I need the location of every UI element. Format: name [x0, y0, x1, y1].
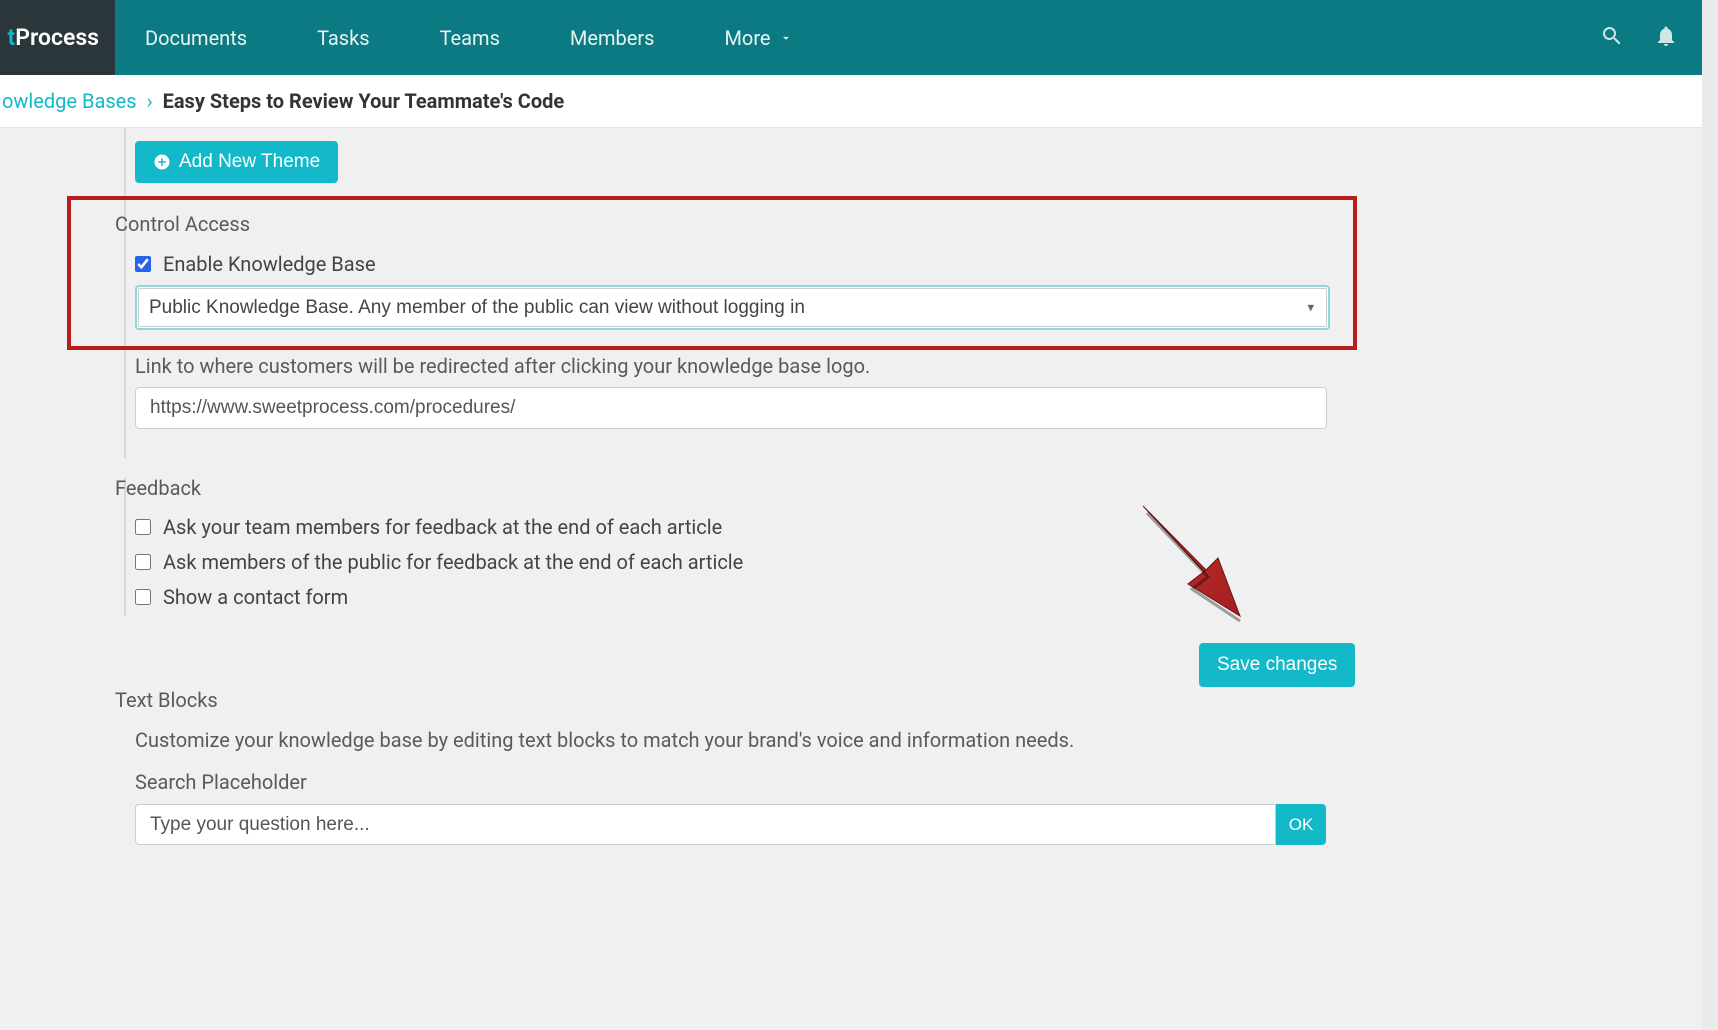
section-divider	[124, 128, 126, 458]
feedback-contact-form-checkbox[interactable]	[135, 589, 151, 605]
nav-more[interactable]: More	[724, 26, 792, 50]
text-blocks-heading: Text Blocks	[115, 688, 218, 712]
breadcrumb: owledge Bases › Easy Steps to Review You…	[0, 75, 1718, 128]
feedback-team-label: Ask your team members for feedback at th…	[163, 515, 722, 539]
feedback-public-checkbox[interactable]	[135, 554, 151, 570]
scrollbar[interactable]	[1702, 0, 1718, 1030]
search-placeholder-input[interactable]	[135, 804, 1276, 845]
logo-t: t	[8, 24, 16, 51]
logo[interactable]: tProcess	[0, 0, 115, 75]
feedback-public-label: Ask members of the public for feedback a…	[163, 550, 743, 574]
nav-teams[interactable]: Teams	[440, 26, 500, 50]
feedback-heading: Feedback	[115, 476, 201, 500]
feedback-team-row[interactable]: Ask your team members for feedback at th…	[135, 515, 722, 539]
plus-circle-icon	[153, 153, 171, 171]
breadcrumb-current: Easy Steps to Review Your Teammate's Cod…	[163, 89, 565, 113]
logo-redirect-label: Link to where customers will be redirect…	[135, 354, 870, 378]
add-new-theme-button[interactable]: Add New Theme	[135, 141, 338, 183]
feedback-public-row[interactable]: Ask members of the public for feedback a…	[135, 550, 743, 574]
logo-process: Process	[15, 24, 99, 51]
kb-visibility-select-wrap: Public Knowledge Base. Any member of the…	[135, 285, 1330, 330]
top-navbar: tProcess Documents Tasks Teams Members M…	[0, 0, 1718, 75]
nav-icons	[1600, 24, 1718, 52]
enable-knowledge-base-label: Enable Knowledge Base	[163, 252, 376, 276]
annotation-arrow-icon	[1128, 498, 1248, 628]
nav-documents[interactable]: Documents	[145, 26, 247, 50]
nav-tasks[interactable]: Tasks	[317, 26, 370, 50]
enable-knowledge-base-row[interactable]: Enable Knowledge Base	[135, 252, 376, 276]
nav-members[interactable]: Members	[570, 26, 655, 50]
nav-more-label: More	[724, 26, 770, 50]
enable-knowledge-base-checkbox[interactable]	[135, 256, 151, 272]
bell-icon[interactable]	[1654, 24, 1678, 52]
breadcrumb-link[interactable]: owledge Bases	[2, 89, 137, 113]
nav-links: Documents Tasks Teams Members More	[115, 26, 793, 50]
feedback-contact-form-row[interactable]: Show a contact form	[135, 585, 348, 609]
feedback-contact-form-label: Show a contact form	[163, 585, 348, 609]
search-placeholder-ok-button[interactable]: OK	[1276, 804, 1326, 845]
save-changes-button[interactable]: Save changes	[1199, 643, 1355, 687]
logo-redirect-input[interactable]	[135, 387, 1327, 429]
breadcrumb-separator: ›	[147, 89, 153, 113]
add-new-theme-label: Add New Theme	[179, 151, 320, 173]
chevron-down-icon	[779, 31, 793, 45]
search-icon[interactable]	[1600, 24, 1624, 52]
search-placeholder-label: Search Placeholder	[135, 770, 307, 794]
kb-visibility-select[interactable]: Public Knowledge Base. Any member of the…	[138, 288, 1327, 327]
text-blocks-description: Customize your knowledge base by editing…	[135, 728, 1074, 752]
control-access-heading: Control Access	[115, 212, 250, 236]
feedback-team-checkbox[interactable]	[135, 519, 151, 535]
